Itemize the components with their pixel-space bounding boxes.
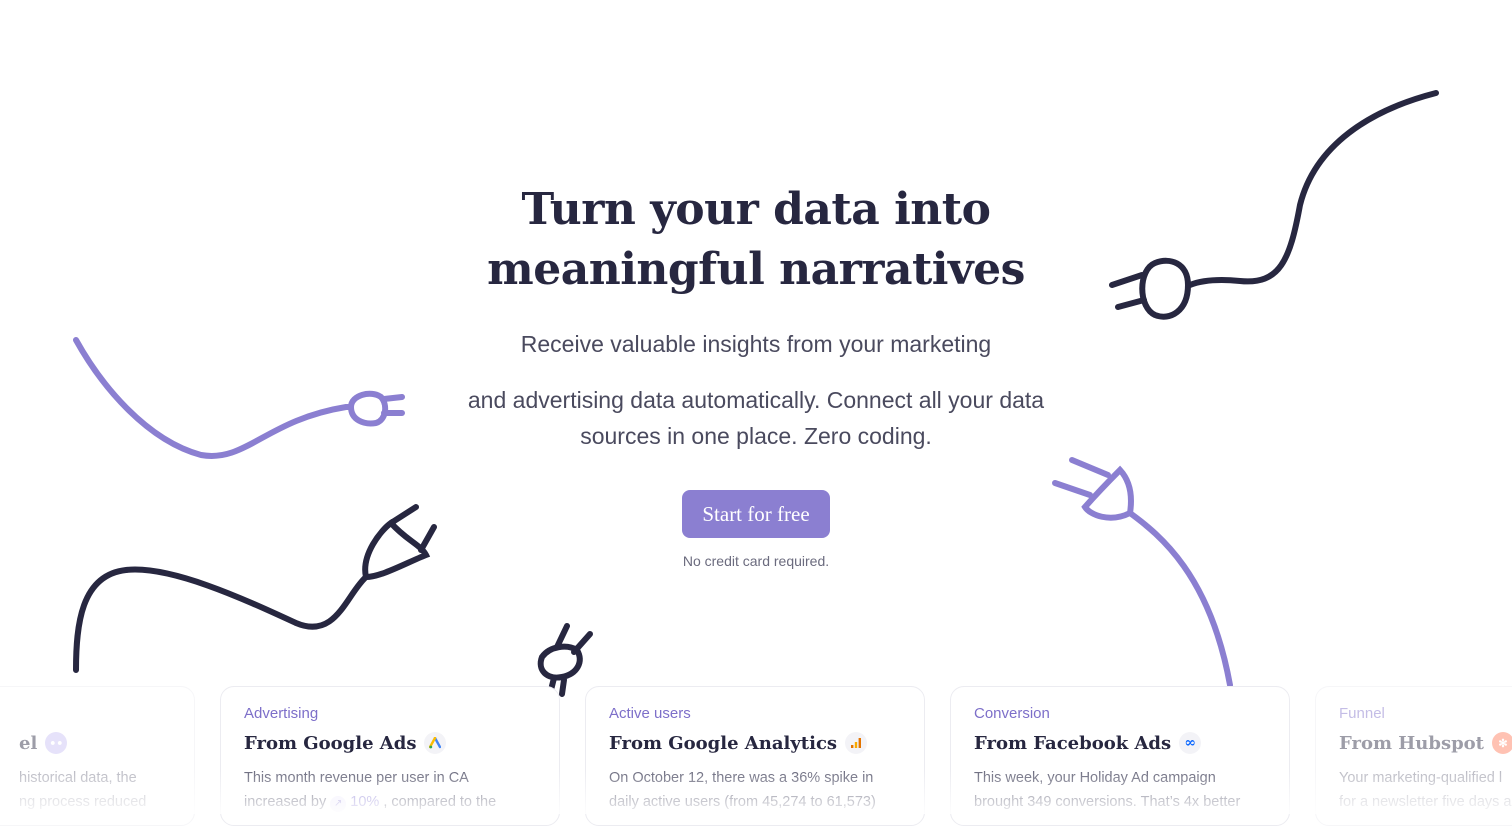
card-title-text: From Facebook Ads	[974, 732, 1172, 754]
card-body: On October 12, there was a 36% spike in …	[609, 766, 901, 814]
google-ads-icon	[424, 732, 447, 754]
arrow-up-right-icon: ↗	[330, 796, 347, 812]
card-title: el ••	[0, 732, 171, 754]
card-body-line-2: daily active users (from 45,274 to 61,57…	[609, 794, 876, 810]
card-body: This month revenue per user in CA increa…	[244, 766, 536, 814]
insight-card-facebook-ads[interactable]: Conversion From Facebook Ads ∞ This week…	[950, 686, 1290, 826]
hero-section: Turn your data into meaningful narrative…	[456, 180, 1056, 569]
card-title: From Hubspot ✻	[1339, 732, 1512, 754]
purple-plug-left-illustration	[73, 337, 405, 459]
card-body-line-2-start: increased by	[244, 794, 327, 810]
card-title-text: From Hubspot	[1339, 732, 1484, 754]
hero-subtitle-line-1: Receive valuable insights from your mark…	[520, 331, 992, 357]
start-for-free-button[interactable]: Start for free	[682, 490, 830, 538]
card-body-line-2: brought 349 conversions. That’s 4x bette…	[974, 794, 1241, 810]
increase-percent: ↗ 10%	[330, 794, 380, 812]
card-body-line-1: Your marketing-qualified l	[1339, 770, 1503, 786]
insight-card-google-ads[interactable]: Advertising From Google Ads This month r…	[220, 686, 560, 826]
card-title-text: From Google Analytics	[609, 732, 838, 754]
insight-card-funnel-partial[interactable]: el •• historical data, the ng process re…	[0, 686, 195, 826]
card-category: Advertising	[244, 705, 319, 722]
card-category: Active users	[609, 705, 691, 722]
card-body: historical data, the ng process reduced	[0, 766, 171, 814]
hero-title-line-2: meaningful narratives	[487, 244, 1025, 295]
increase-percent-value: 10%	[350, 794, 380, 810]
card-body-line-1: historical data, the	[19, 770, 137, 786]
dark-plug-bottom-left-illustration	[73, 504, 437, 673]
insight-card-hubspot-partial[interactable]: Funnel From Hubspot ✻ Your marketing-qua…	[1315, 686, 1512, 826]
hero-title: Turn your data into meaningful narrative…	[456, 180, 1056, 300]
card-body-line-2: increased by ↗ 10% , compared to the	[244, 790, 536, 814]
purple-plug-right-illustration	[1052, 457, 1233, 688]
card-body: This week, your Holiday Ad campaign brou…	[974, 766, 1266, 814]
hero-title-line-1: Turn your data into	[521, 184, 991, 235]
card-title: From Google Ads	[244, 732, 536, 754]
meta-icon: ∞	[1179, 732, 1202, 754]
card-body-line-2-end: , compared to the	[383, 794, 497, 810]
hubspot-icon: ✻	[1491, 732, 1512, 754]
cta-note: No credit card required.	[682, 553, 830, 569]
card-title-text: el	[19, 732, 38, 754]
dark-plug-top-right-illustration	[1109, 90, 1439, 320]
card-body-line-2: ng process reduced	[19, 794, 147, 810]
card-category	[0, 705, 171, 722]
card-title: From Facebook Ads ∞	[974, 732, 1266, 754]
dark-plug-small-bottom-illustration	[537, 623, 593, 697]
google-analytics-icon	[845, 732, 868, 754]
card-body-line-2: for a newsletter five days a	[1339, 794, 1512, 810]
card-body-line-1: This week, your Holiday Ad campaign	[974, 770, 1216, 786]
card-category: Funnel	[1339, 705, 1385, 722]
insight-card-google-analytics[interactable]: Active users From Google Analytics On Oc…	[585, 686, 925, 826]
card-body-line-1: This month revenue per user in CA	[244, 770, 469, 786]
funnel-icon: ••	[45, 732, 68, 754]
card-title-text: From Google Ads	[244, 732, 417, 754]
card-body-line-1: On October 12, there was a 36% spike in	[609, 770, 874, 786]
card-body: Your marketing-qualified l for a newslet…	[1339, 766, 1512, 814]
card-title: From Google Analytics	[609, 732, 901, 754]
card-category: Conversion	[974, 705, 1050, 722]
hero-subtitle-line-2: and advertising data automatically. Conn…	[467, 387, 1045, 449]
